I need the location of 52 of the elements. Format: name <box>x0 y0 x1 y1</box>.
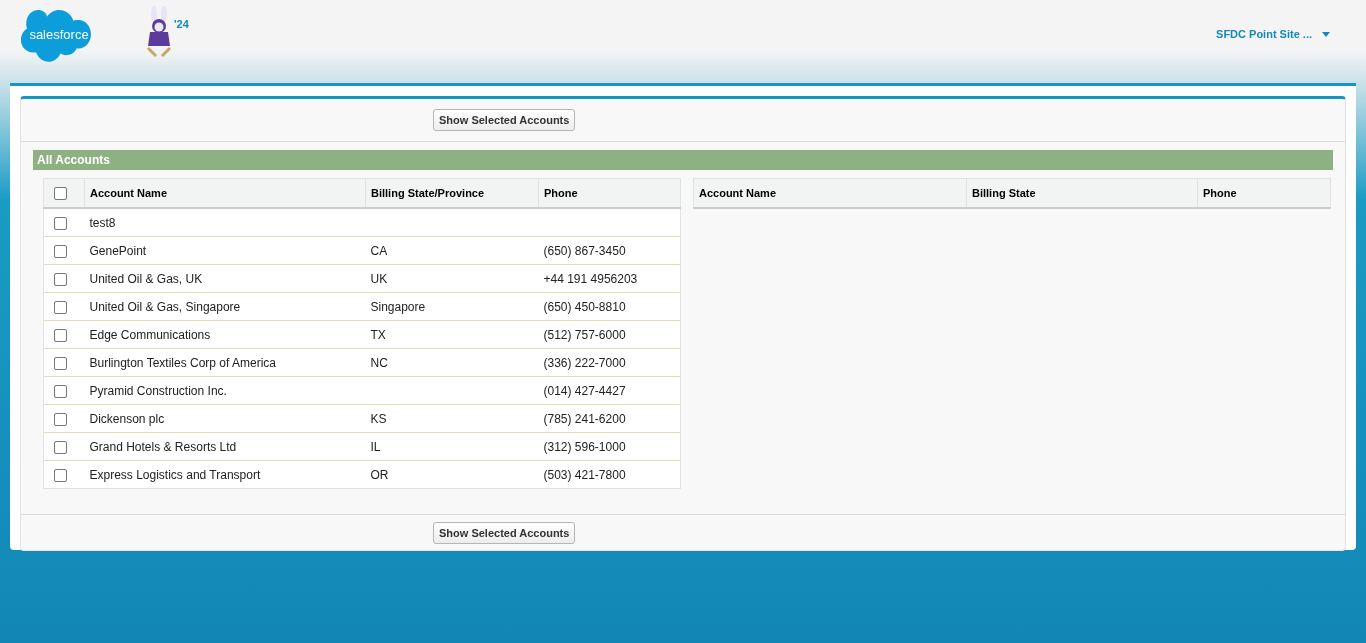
caret-icon <box>1322 31 1330 37</box>
billing-state: OR <box>370 467 389 482</box>
phone-number: (312) 596-1000 <box>543 439 626 454</box>
show-selected-accounts-button[interactable]: Show Selected Accounts <box>433 109 576 131</box>
account-name: GenePoint <box>89 243 147 258</box>
row-checkbox[interactable] <box>54 412 67 426</box>
row-checkbox[interactable] <box>54 384 67 398</box>
account-name: Grand Hotels & Resorts Ltd <box>89 439 237 454</box>
show-selected-accounts-button[interactable]: Show Selected Accounts <box>433 522 576 544</box>
row-checkbox[interactable] <box>54 216 67 230</box>
phone-number: (503) 421-7800 <box>543 467 626 482</box>
column-header: Phone <box>538 178 681 208</box>
phone-number: (512) 757-6000 <box>543 327 626 342</box>
user-menu[interactable]: SFDC Point Site ... <box>1216 28 1330 40</box>
account-name: Burlington Textiles Corp of America <box>89 355 277 370</box>
row-checkbox[interactable] <box>54 244 67 258</box>
account-name: Edge Communications <box>89 327 211 342</box>
row-checkbox[interactable] <box>54 356 67 370</box>
account-name: Pyramid Construction Inc. <box>89 383 227 398</box>
phone-number: (650) 450-8810 <box>543 299 626 314</box>
billing-state: IL <box>370 439 381 454</box>
account-name: United Oil & Gas, Singapore <box>89 299 241 314</box>
row-checkbox[interactable] <box>54 272 67 286</box>
phone-number: (650) 867-3450 <box>543 243 626 258</box>
account-name: United Oil & Gas, UK <box>89 271 203 286</box>
column-header: Phone <box>1197 178 1331 208</box>
row-checkbox[interactable] <box>54 440 67 454</box>
phone-number: +44 191 4956203 <box>543 271 638 286</box>
row-checkbox[interactable] <box>54 300 67 314</box>
year-label: '24 <box>174 18 189 30</box>
billing-state: Singapore <box>370 299 426 314</box>
logo-text: salesforce <box>28 27 90 42</box>
account-name: test8 <box>89 215 116 230</box>
column-header: Billing State <box>966 178 1198 208</box>
column-header: Account Name <box>84 178 366 208</box>
phone-number: (336) 222-7000 <box>543 355 626 370</box>
billing-state: KS <box>370 411 387 426</box>
phone-number: (014) 427-4427 <box>543 383 626 398</box>
billing-state: NC <box>370 355 388 370</box>
section-header: All Accounts <box>33 150 1333 170</box>
phone-number: (785) 241-6200 <box>543 411 626 426</box>
billing-state: CA <box>370 243 388 258</box>
mascot-drawing <box>144 6 174 58</box>
billing-state: TX <box>370 327 386 342</box>
select-all-checkbox[interactable] <box>54 186 67 200</box>
row-checkbox[interactable] <box>54 328 67 342</box>
column-header: Billing State/Province <box>365 178 539 208</box>
column-header: Account Name <box>693 178 967 208</box>
account-name: Dickenson plc <box>89 411 165 426</box>
account-name: Express Logistics and Transport <box>89 467 261 482</box>
billing-state: UK <box>370 271 388 286</box>
row-checkbox[interactable] <box>54 468 67 482</box>
